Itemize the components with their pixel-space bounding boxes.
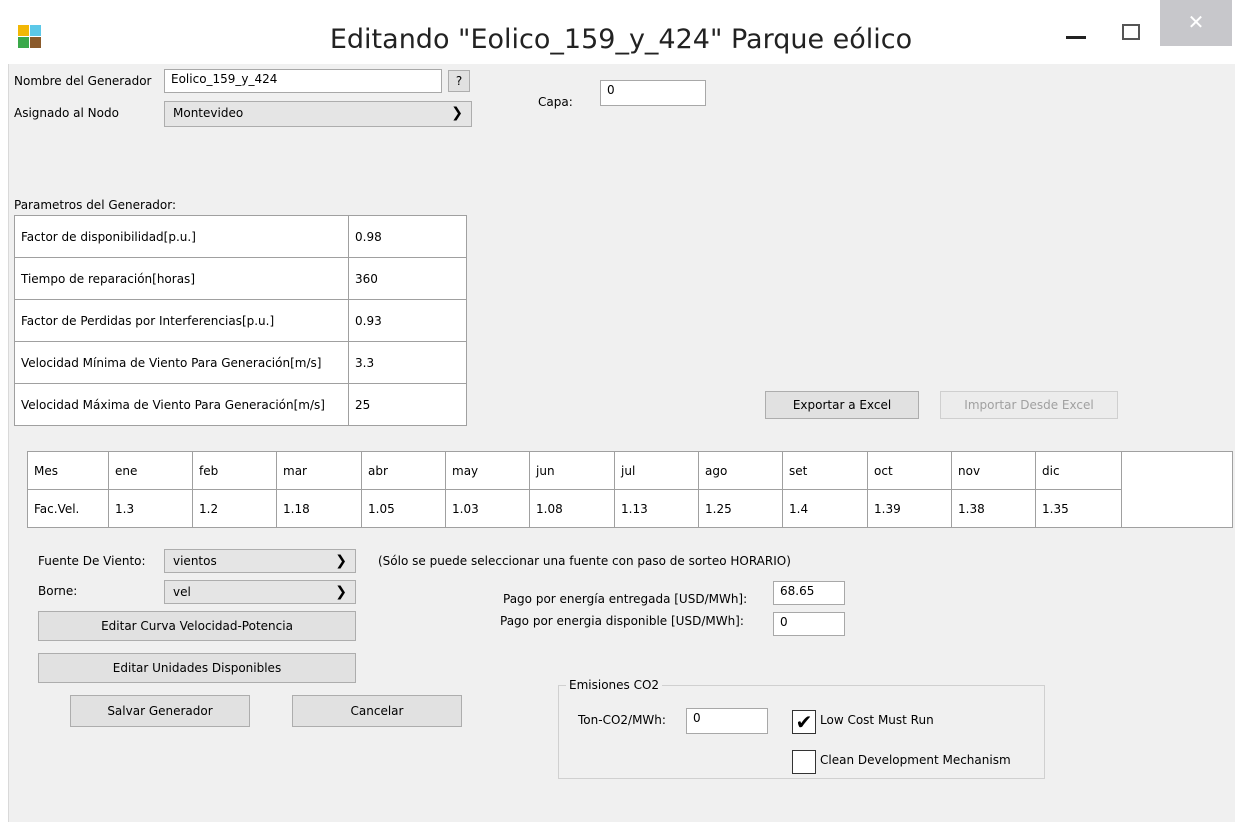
table-cell[interactable]: 1.35 xyxy=(1035,489,1122,528)
save-button[interactable]: Salvar Generador xyxy=(70,695,250,727)
table-header-cell: abr xyxy=(361,451,446,490)
table-row: Factor de Perdidas por Interferencias[p.… xyxy=(14,299,467,342)
cdm-label: Clean Development Mechanism xyxy=(820,753,1011,767)
table-filler xyxy=(1121,489,1233,528)
table-cell[interactable]: 1.4 xyxy=(782,489,868,528)
window-title: Editando "Eolico_159_y_424" Parque eólic… xyxy=(329,24,913,55)
table-header-cell: jun xyxy=(529,451,615,490)
generator-name-input[interactable]: Eolico_159_y_424 xyxy=(164,69,442,93)
chevron-down-icon: ❯ xyxy=(335,553,347,569)
node-select-value: Montevideo xyxy=(173,106,244,120)
borne-value: vel xyxy=(173,585,191,599)
emissions-group-label: Emisiones CO2 xyxy=(566,678,663,692)
table-cell[interactable]: 1.3 xyxy=(108,489,193,528)
param-label: Factor de Perdidas por Interferencias[p.… xyxy=(14,299,349,342)
param-value[interactable]: 3.3 xyxy=(348,341,467,384)
table-row: Mes ene feb mar abr may jun jul ago set … xyxy=(27,451,1233,490)
table-header-cell: oct xyxy=(867,451,952,490)
table-cell[interactable]: 1.13 xyxy=(614,489,699,528)
param-label: Velocidad Mínima de Viento Para Generaci… xyxy=(14,341,349,384)
cdm-checkbox[interactable] xyxy=(792,750,816,774)
edit-curve-button[interactable]: Editar Curva Velocidad-Potencia xyxy=(38,611,356,641)
borne-select[interactable]: vel ❯ xyxy=(164,580,356,604)
generator-name-label: Nombre del Generador xyxy=(14,74,152,88)
table-row: Tiempo de reparación[horas] 360 xyxy=(14,257,467,300)
export-excel-button[interactable]: Exportar a Excel xyxy=(765,391,919,419)
cancel-button[interactable]: Cancelar xyxy=(292,695,462,727)
borne-label: Borne: xyxy=(38,584,78,598)
ton-co2-input[interactable]: 0 xyxy=(686,708,768,734)
param-value[interactable]: 360 xyxy=(348,257,467,300)
table-header-cell: set xyxy=(782,451,868,490)
table-row: Velocidad Mínima de Viento Para Generaci… xyxy=(14,341,467,384)
table-cell: Fac.Vel. xyxy=(27,489,109,528)
table-cell[interactable]: 1.03 xyxy=(445,489,530,528)
edit-units-button[interactable]: Editar Unidades Disponibles xyxy=(38,653,356,683)
table-cell[interactable]: 1.39 xyxy=(867,489,952,528)
available-payment-input[interactable]: 0 xyxy=(773,612,845,636)
table-row: Velocidad Máxima de Viento Para Generaci… xyxy=(14,383,467,426)
param-value[interactable]: 25 xyxy=(348,383,467,426)
table-header-cell: may xyxy=(445,451,530,490)
table-header-cell: feb xyxy=(192,451,277,490)
maximize-button[interactable] xyxy=(1118,22,1146,50)
table-header-cell: nov xyxy=(951,451,1036,490)
import-excel-button[interactable]: Importar Desde Excel xyxy=(940,391,1118,419)
low-cost-must-run-checkbox[interactable]: ✔ xyxy=(792,710,816,734)
minimize-button[interactable] xyxy=(1062,22,1090,50)
table-cell[interactable]: 1.25 xyxy=(698,489,783,528)
close-icon: ✕ xyxy=(1187,10,1205,34)
param-label: Tiempo de reparación[horas] xyxy=(14,257,349,300)
delivered-payment-input[interactable]: 68.65 xyxy=(773,581,845,605)
capa-input[interactable]: 0 xyxy=(600,80,706,106)
param-value[interactable]: 0.93 xyxy=(348,299,467,342)
param-label: Velocidad Máxima de Viento Para Generaci… xyxy=(14,383,349,426)
available-payment-label: Pago por energia disponible [USD/MWh]: xyxy=(500,614,744,628)
node-select[interactable]: Montevideo ❯ xyxy=(164,101,472,127)
close-button[interactable]: ✕ xyxy=(1160,0,1232,46)
wind-source-label: Fuente De Viento: xyxy=(38,554,146,568)
table-row: Factor de disponibilidad[p.u.] 0.98 xyxy=(14,215,467,258)
param-value[interactable]: 0.98 xyxy=(348,215,467,258)
params-table: Factor de disponibilidad[p.u.] 0.98 Tiem… xyxy=(14,215,467,426)
table-header-cell: Mes xyxy=(27,451,109,490)
table-header-cell: jul xyxy=(614,451,699,490)
table-row: Fac.Vel. 1.3 1.2 1.18 1.05 1.03 1.08 1.1… xyxy=(27,489,1233,528)
help-button[interactable]: ? xyxy=(448,70,470,92)
table-header-cell: mar xyxy=(276,451,362,490)
table-cell[interactable]: 1.18 xyxy=(276,489,362,528)
node-label: Asignado al Nodo xyxy=(14,106,119,120)
chevron-down-icon: ❯ xyxy=(451,105,463,121)
chevron-down-icon: ❯ xyxy=(335,584,347,600)
capa-label: Capa: xyxy=(538,95,573,109)
table-filler xyxy=(1121,451,1233,490)
table-cell[interactable]: 1.2 xyxy=(192,489,277,528)
table-cell[interactable]: 1.38 xyxy=(951,489,1036,528)
title-bar: Editando "Eolico_159_y_424" Parque eólic… xyxy=(0,0,1242,64)
wind-source-select[interactable]: vientos ❯ xyxy=(164,549,356,573)
delivered-payment-label: Pago por energía entregada [USD/MWh]: xyxy=(503,592,748,606)
wind-source-note: (Sólo se puede seleccionar una fuente co… xyxy=(378,554,791,568)
table-header-cell: ago xyxy=(698,451,783,490)
low-cost-must-run-label: Low Cost Must Run xyxy=(820,713,934,727)
table-cell[interactable]: 1.08 xyxy=(529,489,615,528)
monthly-factors-table: Mes ene feb mar abr may jun jul ago set … xyxy=(27,451,1233,528)
ton-co2-label: Ton-CO2/MWh: xyxy=(578,713,666,727)
params-section-label: Parametros del Generador: xyxy=(14,198,177,212)
table-header-cell: ene xyxy=(108,451,193,490)
table-cell[interactable]: 1.05 xyxy=(361,489,446,528)
param-label: Factor de disponibilidad[p.u.] xyxy=(14,215,349,258)
wind-source-value: vientos xyxy=(173,554,217,568)
table-header-cell: dic xyxy=(1035,451,1122,490)
